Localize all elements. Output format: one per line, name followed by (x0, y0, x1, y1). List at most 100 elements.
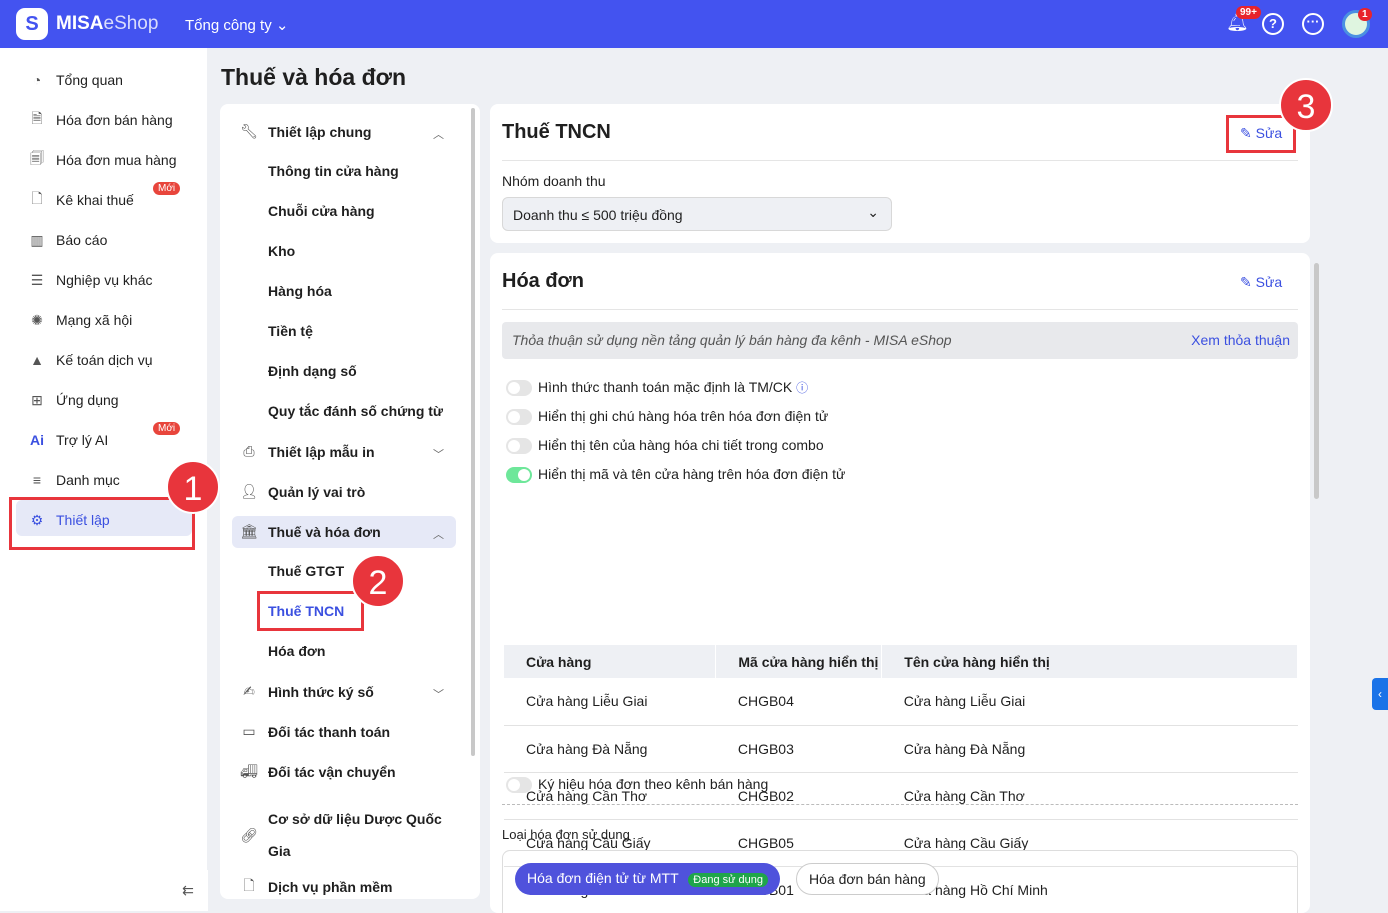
highlight-box-2 (257, 591, 364, 631)
purchase-icon: 🗐 (30, 150, 44, 166)
help-icon[interactable]: ? (1262, 13, 1284, 35)
social-icon: ✺ (31, 311, 43, 328)
toggle-switch[interactable] (506, 409, 532, 426)
menu-general-item[interactable]: Kho (268, 243, 295, 259)
collapse-sidebar-button[interactable]: ⇇ (168, 870, 208, 911)
menu-tax[interactable]: 🏛︎ Thuế và hóa đơn (240, 523, 381, 540)
menu-general-item[interactable]: Tiền tệ (268, 323, 313, 339)
card-icon: ▭ (242, 723, 256, 739)
sidebar-item-label: Kế toán dịch vụ (56, 352, 153, 368)
sidebar-item[interactable]: ◔ Tổng quan (28, 68, 123, 92)
menu-general-item[interactable]: Định dạng số (268, 363, 357, 379)
menu-invoice[interactable]: Hóa đơn (268, 643, 325, 659)
invoice-option[interactable]: Hiển thị tên của hàng hóa chi tiết trong… (506, 437, 824, 455)
toggle-switch[interactable] (506, 467, 532, 484)
sidebar-item-label: Hóa đơn bán hàng (56, 112, 173, 128)
invoice-title: Hóa đơn (502, 270, 584, 292)
option-label: Hiển thị ghi chú hàng hóa trên hóa đơn đ… (538, 408, 829, 424)
avatar-badge: 1 (1358, 8, 1372, 21)
sidebar-item[interactable]: Ai Trợ lý AI Mới (28, 422, 181, 452)
sidebar-item[interactable]: ✺ Mạng xã hội (28, 308, 132, 332)
link-icon: 🔗︎ (240, 826, 258, 843)
sidebar-item[interactable]: ≡ Danh mục (28, 468, 120, 492)
sidebar-item[interactable]: ⊞ Ứng dụng (28, 388, 119, 412)
chevron-down-icon: ⌄ (275, 17, 289, 34)
expand-panel-button[interactable]: ‹ (1372, 678, 1388, 710)
sidebar-item-label: Hóa đơn mua hàng (56, 152, 177, 168)
pit-card: Thuế TNCN ✎ Sửa Nhóm doanh thu Doanh thu… (490, 104, 1310, 243)
sidebar-item[interactable]: ☰ Nghiệp vụ khác (28, 268, 153, 292)
brand-name: MISAeShop (56, 13, 159, 34)
new-badge: Mới (153, 422, 181, 435)
sidebar-item-label: Nghiệp vụ khác (56, 272, 153, 288)
sidebar-item-label: Ứng dụng (56, 392, 119, 408)
top-bar: S MISAeShop Tổng công ty ⌄ 🔔︎ 99+ ? ··· … (0, 0, 1388, 48)
menu-scrollbar[interactable] (471, 108, 475, 756)
toggle-switch[interactable] (506, 777, 532, 794)
sidebar-item[interactable]: ▲ Kế toán dịch vụ (28, 348, 153, 372)
option-label: Hình thức thanh toán mặc định là TM/CK (538, 379, 793, 395)
chevron-up-icon[interactable]: ︿ (433, 126, 444, 142)
sidebar-item[interactable]: 🗎 Hóa đơn bán hàng (28, 108, 173, 132)
bank-icon: 🏛︎ (240, 523, 258, 539)
sidebar-item-label: Mạng xã hội (56, 312, 133, 328)
menu-drug-db[interactable]: 🔗︎ Cơ sở dữ liệu Dược Quốc Gia (240, 803, 442, 867)
option-label: Hiển thị tên của hàng hóa chi tiết trong… (538, 437, 824, 453)
toggle-switch[interactable] (506, 438, 532, 455)
invoice-option[interactable]: Hình thức thanh toán mặc định là TM/CK ⓘ (506, 379, 808, 397)
pit-title: Thuế TNCN (502, 121, 611, 143)
chevron-up-icon[interactable]: ︿ (433, 526, 444, 542)
misa-logo[interactable]: S (16, 8, 48, 40)
wrench-icon: 🔧︎ (240, 123, 258, 139)
invoice-edit-button[interactable]: ✎ Sửa (1240, 274, 1282, 291)
chevron-down-icon[interactable]: ﹀ (433, 446, 444, 462)
menu-general-item[interactable]: Hàng hóa (268, 283, 332, 299)
menu-general-item[interactable]: Chuỗi cửa hàng (268, 203, 375, 219)
chevron-down-icon[interactable]: ﹀ (433, 686, 444, 702)
menu-roles[interactable]: 👤︎ Quản lý vai trò (240, 483, 365, 500)
menu-software[interactable]: 🗋 Dịch vụ phần mềm (240, 875, 392, 899)
menu-general-item[interactable]: Thông tin cửa hàng (268, 163, 399, 179)
menu-shipping[interactable]: 🚚︎ Đối tác vận chuyển (240, 763, 395, 780)
table-row: Cửa hàng Liễu Giai CHGB04 Cửa hàng Liễu Gi… (504, 678, 1298, 726)
table-cell: Cửa hàng Đà Nẵng (504, 725, 716, 773)
tax-icon: 🗋 (31, 190, 43, 206)
notification-badge: 99+ (1236, 6, 1261, 19)
org-selector[interactable]: Tổng công ty ⌄ (185, 16, 288, 34)
invoice-option[interactable]: Hiển thị ghi chú hàng hóa trên hóa đơn đ… (506, 408, 829, 426)
menu-general[interactable]: 🔧︎ Thiết lập chung (240, 123, 371, 140)
sidebar-item-label: Danh mục (56, 472, 120, 488)
toggle-switch[interactable] (506, 380, 532, 397)
revenue-group-select[interactable]: Doanh thu ≤ 500 triệu đồng ⌄ (502, 197, 892, 231)
page-title: Thuế và hóa đơn (221, 64, 407, 90)
menu-general-item[interactable]: Quy tắc đánh số chứng từ (268, 403, 443, 419)
table-cell: Cửa hàng Cần Thơ (881, 772, 1298, 820)
menu-payment[interactable]: ▭ Đối tác thanh toán (240, 723, 390, 740)
new-badge: Mới (153, 182, 181, 195)
sidebar-item[interactable]: 🗐 Hóa đơn mua hàng (28, 148, 176, 172)
list-icon: ☰ (30, 271, 44, 288)
revenue-group-label: Nhóm doanh thu (502, 173, 606, 189)
chevron-down-icon: ⌄ (867, 204, 879, 220)
agreement-bar: Thỏa thuận sử dụng nền tảng quản lý bán … (502, 322, 1298, 359)
menu-print[interactable]: ⎙ Thiết lập mẫu in (240, 443, 374, 460)
invoice-type-mtt[interactable]: Hóa đơn điện tử từ MTT Đang sử dụng (515, 863, 781, 895)
option-symbol-by-channel[interactable]: Ký hiệu hóa đơn theo kênh bán hàng (506, 776, 768, 794)
settings-menu: 🔧︎ Thiết lập chung ︿ Thông tin cửa hàng Ch… (220, 104, 480, 899)
invoice-icon: 🗎 (31, 110, 43, 126)
invoice-option[interactable]: Hiển thị mã và tên cửa hàng trên hóa đơn… (506, 466, 845, 484)
menu-sign[interactable]: ✍︎ Hình thức ký số (240, 683, 374, 700)
sidebar-item[interactable]: ▥ Báo cáo (28, 228, 107, 252)
sidebar-item[interactable]: 🗋 Kê khai thuế Mới (28, 182, 181, 212)
table-cell: Cửa hàng Liễu Giai (881, 678, 1298, 726)
signature-icon: ✍︎ (243, 683, 255, 699)
document-icon: 🗋 (243, 877, 255, 893)
more-icon[interactable]: ··· (1302, 13, 1324, 35)
dashboard-icon: ◔ (32, 72, 42, 88)
content-scrollbar[interactable] (1314, 263, 1319, 499)
info-icon[interactable]: ⓘ (796, 381, 808, 395)
menu-vat[interactable]: Thuế GTGT (268, 563, 344, 579)
invoice-type-sales[interactable]: Hóa đơn bán hàng (796, 863, 939, 895)
view-agreement-link[interactable]: Xem thỏa thuận (1191, 332, 1290, 348)
agreement-text: Thỏa thuận sử dụng nền tảng quản lý bán … (512, 332, 952, 348)
